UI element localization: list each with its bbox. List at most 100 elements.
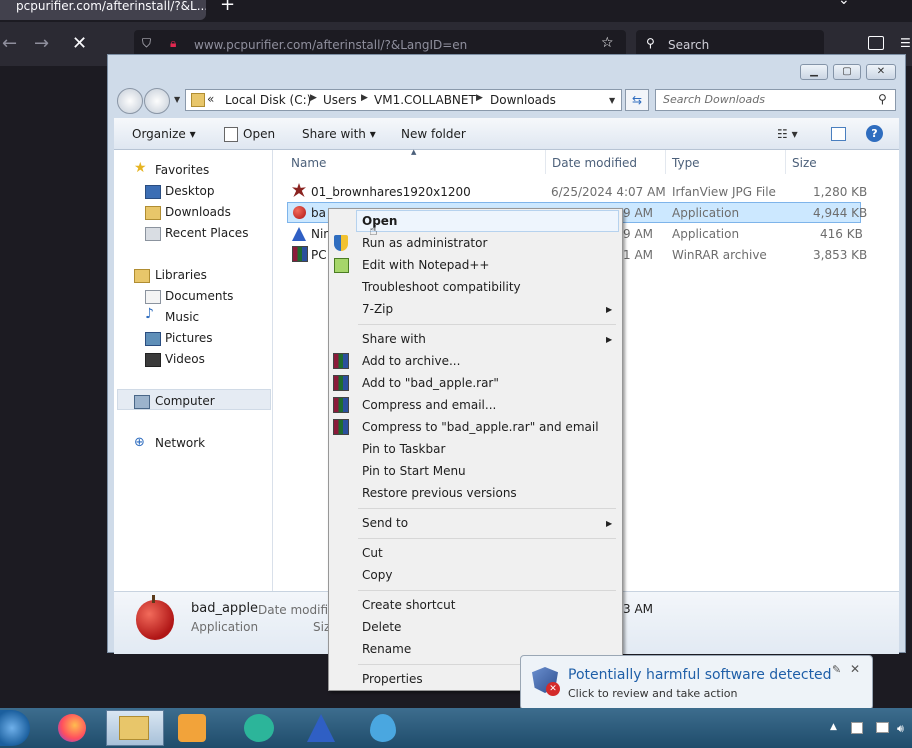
breadcrumb-separator-icon[interactable]: ▶ (310, 93, 317, 103)
star-icon[interactable]: ☆ (601, 35, 614, 51)
new-folder-button[interactable]: New folder (401, 127, 466, 141)
menu-share-with[interactable]: Share with (362, 332, 426, 346)
help-icon[interactable]: ? (866, 125, 883, 142)
search-downloads-placeholder[interactable]: Search Downloads (663, 93, 765, 106)
action-center-icon[interactable] (851, 722, 863, 734)
explorer-folder-icon (119, 716, 149, 740)
nav-videos[interactable]: Videos (165, 352, 205, 366)
menu-pin-to-taskbar[interactable]: Pin to Taskbar (362, 442, 445, 456)
new-tab-icon[interactable]: + (220, 0, 235, 15)
file-type: Application (672, 227, 740, 241)
column-size[interactable]: Size (792, 156, 817, 170)
nav-documents[interactable]: Documents (165, 289, 233, 303)
breadcrumb-user[interactable]: VM1.COLLABNET (374, 93, 476, 107)
file-name[interactable]: 01_brownhares1920x1200 (311, 185, 471, 199)
menu-troubleshoot-compatibility[interactable]: Troubleshoot compatibility (362, 280, 521, 294)
nav-music[interactable]: Music (165, 310, 199, 324)
breadcrumb-local-disk[interactable]: Local Disk (C:) (225, 93, 311, 107)
app-icon[interactable] (244, 714, 274, 742)
menu-add-to-archive[interactable]: Add to archive... (362, 354, 460, 368)
open-button[interactable]: Open (243, 127, 275, 141)
search-icon[interactable]: ⚲ (878, 92, 887, 106)
back-button[interactable] (117, 88, 143, 114)
forward-button[interactable] (144, 88, 170, 114)
lock-icon[interactable]: 🔒︎ (170, 36, 176, 51)
preview-pane-icon[interactable] (831, 127, 846, 141)
menu-send-to[interactable]: Send to (362, 516, 408, 530)
recent-places-icon (145, 227, 161, 241)
refresh-icon[interactable]: ⇆ (625, 89, 649, 111)
pocket-icon[interactable] (868, 36, 884, 50)
recent-pages-chevron-icon[interactable]: ▼ (174, 95, 180, 104)
menu-create-shortcut[interactable]: Create shortcut (362, 598, 455, 612)
menu-rename[interactable]: Rename (362, 642, 411, 656)
menu-pin-to-start[interactable]: Pin to Start Menu (362, 464, 466, 478)
nav-network[interactable]: Network (155, 436, 205, 450)
breadcrumb-users[interactable]: Users (323, 93, 357, 107)
menu-add-to-rar[interactable]: Add to "bad_apple.rar" (362, 376, 499, 390)
notification-close-icon[interactable]: ✕ (850, 662, 860, 676)
menu-copy[interactable]: Copy (362, 568, 392, 582)
file-type: Application (672, 206, 740, 220)
column-divider[interactable] (785, 150, 786, 174)
forward-arrow-icon[interactable]: → (34, 33, 49, 54)
notification-title[interactable]: Potentially harmful software detected (568, 667, 832, 683)
shield-icon[interactable]: ⛉ (142, 36, 151, 51)
nav-recent-places[interactable]: Recent Places (165, 226, 248, 240)
nav-downloads[interactable]: Downloads (165, 205, 231, 219)
breadcrumb-separator-icon[interactable]: ▶ (476, 93, 483, 103)
menu-restore-previous-versions[interactable]: Restore previous versions (362, 486, 517, 500)
file-size: 4,944 KB (813, 206, 868, 220)
file-name[interactable]: PC (311, 248, 327, 262)
file-name[interactable]: ba (311, 206, 326, 220)
menu-edit-with-notepadpp[interactable]: Edit with Notepad++ (362, 258, 489, 272)
nav-favorites[interactable]: Favorites (155, 163, 209, 177)
column-name[interactable]: Name (291, 156, 326, 170)
nav-computer[interactable]: Computer (155, 394, 215, 408)
breadcrumb-overflow-icon[interactable]: « (207, 92, 214, 106)
nav-libraries[interactable]: Libraries (155, 268, 207, 282)
browser-search-placeholder[interactable]: Search (668, 38, 709, 52)
nav-pictures[interactable]: Pictures (165, 331, 213, 345)
menu-compress-and-email[interactable]: Compress and email... (362, 398, 496, 412)
column-type[interactable]: Type (672, 156, 700, 170)
address-dropdown-icon[interactable]: ▼ (609, 96, 615, 105)
breadcrumb-downloads[interactable]: Downloads (490, 93, 556, 107)
close-button[interactable]: ✕ (866, 64, 896, 80)
organize-button[interactable]: Organize ▾ (132, 127, 196, 141)
water-drop-icon[interactable] (370, 714, 396, 742)
media-player-icon[interactable] (178, 714, 206, 742)
desktop-icon (145, 185, 161, 199)
menu-open[interactable]: Open (362, 214, 397, 228)
notification-options-icon[interactable]: ✎ (832, 663, 841, 676)
minimize-button[interactable]: ▁ (800, 64, 828, 80)
back-arrow-icon[interactable]: ← (2, 33, 17, 54)
menu-cut[interactable]: Cut (362, 546, 383, 560)
view-options-icon[interactable]: ☷ ▾ (777, 127, 798, 141)
column-divider[interactable] (665, 150, 666, 174)
column-divider[interactable] (545, 150, 546, 174)
network-tray-icon[interactable] (876, 722, 889, 733)
uac-shield-icon (334, 235, 348, 251)
maximize-button[interactable]: ▢ (833, 64, 861, 80)
menu-7zip[interactable]: 7-Zip (362, 302, 393, 316)
menu-delete[interactable]: Delete (362, 620, 401, 634)
url-text[interactable]: www.pcpurifier.com/afterinstall/?&LangID… (194, 38, 467, 52)
menu-icon[interactable]: ☰ (900, 36, 911, 50)
tray-expand-icon[interactable]: ▲ (830, 722, 837, 732)
nav-desktop[interactable]: Desktop (165, 184, 215, 198)
breadcrumb-separator-icon[interactable]: ▶ (361, 93, 368, 103)
stop-loading-icon[interactable]: ✕ (72, 33, 87, 54)
menu-compress-rar-and-email[interactable]: Compress to "bad_apple.rar" and email (362, 420, 599, 434)
organize-label: Organize (132, 127, 186, 141)
notification-subtitle[interactable]: Click to review and take action (568, 687, 737, 700)
file-type: IrfanView JPG File (672, 185, 776, 199)
menu-properties[interactable]: Properties (362, 672, 423, 686)
column-date-modified[interactable]: Date modified (552, 156, 637, 170)
chevron-down-icon[interactable]: ⌄ (838, 0, 850, 8)
volume-icon[interactable]: 🔊︎ (897, 722, 904, 736)
browser-tab[interactable]: pcpurifier.com/afterinstall/?&L... (0, 0, 206, 20)
file-date: 9 AM (623, 206, 654, 220)
share-with-button[interactable]: Share with ▾ (302, 127, 376, 141)
menu-run-as-administrator[interactable]: Run as administrator (362, 236, 487, 250)
